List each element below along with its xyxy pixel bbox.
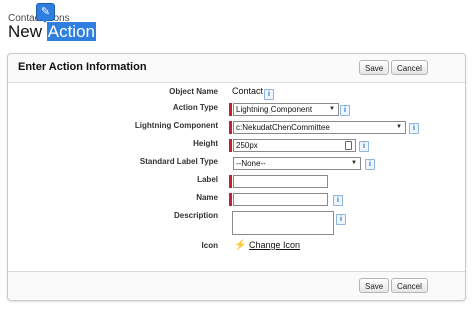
label-input[interactable]: [233, 175, 328, 188]
cancel-button[interactable]: Cancel: [391, 60, 428, 75]
chevron-down-icon: ▼: [329, 106, 335, 112]
form-header: Enter Action Information Save Cancel: [8, 54, 465, 83]
cancel-button-bottom[interactable]: Cancel: [391, 278, 428, 293]
lightning-bolt-icon: ⚡: [234, 240, 247, 251]
page-title-prefix: New: [8, 22, 47, 41]
info-icon[interactable]: i: [365, 159, 375, 170]
standard-label-type-value: --None--: [236, 159, 266, 168]
page-title: New Action: [8, 22, 96, 42]
info-icon[interactable]: i: [340, 105, 350, 116]
page-title-selected: Action: [46, 22, 96, 41]
change-icon-link[interactable]: Change Icon: [249, 240, 300, 250]
page-header: Contact ons ✎ New Action: [0, 0, 474, 50]
info-icon[interactable]: i: [359, 141, 369, 152]
action-type-value: Lightning Component: [236, 105, 313, 114]
section-title: Enter Action Information: [18, 61, 147, 73]
calculator-icon: [345, 141, 352, 150]
lightning-component-select[interactable]: c:NekudatChenCommittee ▼: [233, 121, 406, 134]
name-input[interactable]: [233, 193, 328, 206]
required-marker: [229, 175, 232, 188]
description-textarea[interactable]: [232, 211, 334, 235]
object-name-label: Object Name: [169, 87, 218, 96]
chevron-down-icon: ▼: [351, 160, 357, 166]
object-name-value: Contact: [232, 86, 264, 96]
required-marker: [229, 193, 232, 206]
required-marker: [229, 121, 232, 134]
form-footer: Save Cancel: [8, 271, 465, 300]
lightning-component-value: c:NekudatChenCommittee: [236, 123, 330, 132]
label-field-label: Label: [197, 175, 218, 184]
height-input[interactable]: 250px: [233, 139, 356, 152]
info-icon[interactable]: i: [336, 214, 346, 225]
info-icon[interactable]: i: [333, 195, 343, 206]
description-label: Description: [173, 211, 218, 220]
standard-label-type-label: Standard Label Type: [139, 157, 218, 166]
height-label: Height: [193, 139, 218, 148]
lightning-component-label: Lightning Component: [134, 121, 218, 130]
required-marker: [229, 103, 232, 116]
action-form-card: Enter Action Information Save Cancel Obj…: [7, 53, 466, 301]
required-marker: [229, 139, 232, 152]
save-button[interactable]: Save: [359, 60, 390, 75]
info-icon[interactable]: i: [409, 123, 419, 134]
info-icon[interactable]: i: [264, 89, 274, 100]
name-field-label: Name: [196, 193, 218, 202]
action-type-select[interactable]: Lightning Component ▼: [233, 103, 339, 116]
chevron-down-icon: ▼: [396, 124, 402, 130]
height-value: 250px: [236, 141, 258, 150]
save-button-bottom[interactable]: Save: [359, 278, 390, 293]
standard-label-type-select[interactable]: --None-- ▼: [233, 157, 361, 170]
action-type-label: Action Type: [172, 103, 218, 112]
icon-label: Icon: [201, 241, 218, 250]
